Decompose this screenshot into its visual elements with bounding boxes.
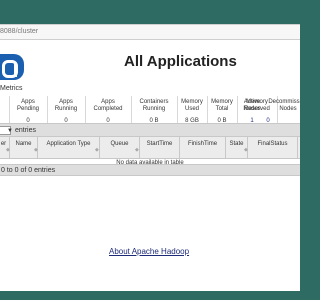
metrics-header-decommission-nodes: DecommissionNodes <box>268 99 300 112</box>
address-text[interactable]: 8088/cluster <box>0 28 38 35</box>
sort-icon: ◆ <box>95 147 99 153</box>
column-header-application-type[interactable]: Application Type <box>38 137 100 159</box>
address-bar[interactable]: 8088/cluster <box>0 24 300 40</box>
sort-icon: ◆ <box>6 147 10 153</box>
apps-table-header: er Name Application Type Queue StartTime… <box>0 137 300 159</box>
column-header-finishtime[interactable]: FinishTime <box>180 137 226 159</box>
page-title: All Applications <box>124 53 237 70</box>
sort-icon: ◆ <box>135 147 139 153</box>
table-info-row: 0 to 0 of 0 entries <box>0 164 300 176</box>
hadoop-logo-icon[interactable] <box>0 54 24 80</box>
chevron-down-icon: ▼ <box>7 128 13 134</box>
metrics-header-apps-running: Apps Running <box>54 99 78 112</box>
metrics-header-apps-completed: Apps Completed <box>93 99 123 112</box>
metrics-header-memory-total: Memory Total <box>211 99 233 112</box>
entries-length-row: ▼ entries <box>0 123 300 137</box>
metrics-header-apps-submitted: d <box>0 99 8 106</box>
entries-select[interactable]: ▼ <box>0 126 13 135</box>
page-content: All Applications Metrics d AppsPending A… <box>0 40 300 291</box>
table-info-text: 0 to 0 of 0 entries <box>1 167 56 174</box>
sort-icon: ◆ <box>34 147 38 153</box>
entries-label: entries <box>15 127 37 134</box>
column-header-queue[interactable]: Queue <box>100 137 140 159</box>
cluster-metrics-label: Metrics <box>0 85 23 92</box>
sort-icon: ◆ <box>244 147 248 153</box>
column-header-finalstatus[interactable]: FinalStatus <box>248 137 298 159</box>
column-header-starttime[interactable]: StartTime <box>140 137 180 159</box>
metrics-header-containers-running: Containers Running <box>139 99 169 112</box>
metrics-header-memory-used: Memory Used <box>181 99 203 112</box>
window-frame-bottom <box>0 291 300 300</box>
metrics-header-active-nodes: Active Nodes <box>243 99 261 112</box>
about-hadoop-link[interactable]: About Apache Hadoop <box>109 247 189 256</box>
window-frame-top <box>0 0 300 24</box>
metrics-header-apps-pending: Apps Pending <box>16 99 40 112</box>
